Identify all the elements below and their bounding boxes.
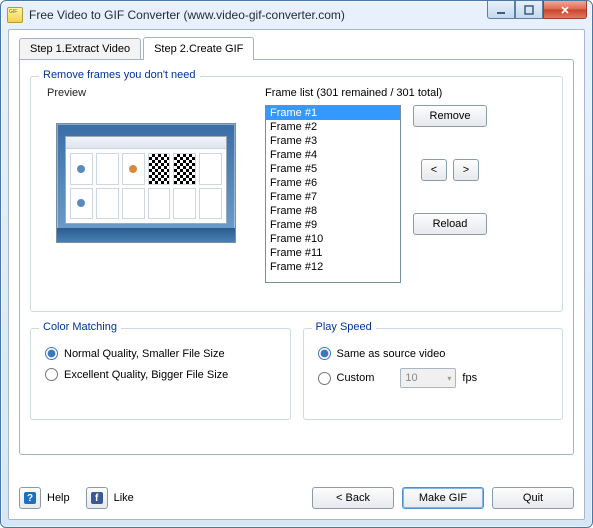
radio-label: Custom: [337, 372, 375, 384]
back-button[interactable]: < Back: [312, 487, 394, 509]
radio-same-as-source[interactable]: Same as source video: [318, 347, 549, 360]
frame-list-item[interactable]: Frame #6: [266, 176, 400, 190]
group-legend: Remove frames you don't need: [39, 69, 200, 81]
group-legend: Color Matching: [39, 321, 121, 333]
tab-extract-video[interactable]: Step 1.Extract Video: [19, 38, 141, 60]
preview-label: Preview: [47, 87, 251, 99]
chevron-down-icon: ▾: [447, 374, 451, 383]
frame-list-item[interactable]: Frame #1: [266, 106, 400, 120]
titlebar: Free Video to GIF Converter (www.video-g…: [1, 1, 592, 29]
app-window: Free Video to GIF Converter (www.video-g…: [0, 0, 593, 528]
tab-create-gif[interactable]: Step 2.Create GIF: [143, 37, 254, 60]
radio-custom-speed-input[interactable]: [318, 372, 331, 385]
frame-list-item[interactable]: Frame #4: [266, 148, 400, 162]
like-label: Like: [114, 492, 134, 504]
minimize-button[interactable]: [487, 1, 515, 19]
maximize-button[interactable]: [515, 1, 543, 19]
radio-same-as-source-input[interactable]: [318, 347, 331, 360]
help-icon-button[interactable]: ?: [19, 487, 41, 509]
radio-custom-speed[interactable]: Custom: [318, 372, 375, 385]
fps-select[interactable]: 10 ▾: [400, 368, 456, 388]
radio-normal-quality[interactable]: Normal Quality, Smaller File Size: [45, 347, 276, 360]
next-frame-button[interactable]: >: [453, 159, 479, 181]
make-gif-button[interactable]: Make GIF: [402, 487, 484, 509]
group-color-matching: Color Matching Normal Quality, Smaller F…: [30, 328, 291, 420]
window-title: Free Video to GIF Converter (www.video-g…: [29, 8, 345, 22]
frame-list-label: Frame list (301 remained / 301 total): [265, 87, 552, 99]
help-label: Help: [47, 492, 70, 504]
radio-excellent-quality[interactable]: Excellent Quality, Bigger File Size: [45, 368, 276, 381]
radio-normal-quality-input[interactable]: [45, 347, 58, 360]
prev-frame-button[interactable]: <: [421, 159, 447, 181]
frame-list-item[interactable]: Frame #3: [266, 134, 400, 148]
frame-list-item[interactable]: Frame #9: [266, 218, 400, 232]
bottom-bar: ? Help f Like < Back Make GIF Quit: [19, 487, 574, 509]
frame-list-item[interactable]: Frame #10: [266, 232, 400, 246]
quit-button[interactable]: Quit: [492, 487, 574, 509]
radio-label: Same as source video: [337, 348, 446, 360]
radio-label: Normal Quality, Smaller File Size: [64, 348, 225, 360]
frame-list-item[interactable]: Frame #5: [266, 162, 400, 176]
close-button[interactable]: [543, 1, 587, 19]
radio-excellent-quality-input[interactable]: [45, 368, 58, 381]
remove-button[interactable]: Remove: [413, 105, 487, 127]
frame-list-item[interactable]: Frame #2: [266, 120, 400, 134]
group-remove-frames: Remove frames you don't need Preview: [30, 76, 563, 312]
preview-image: [56, 123, 236, 243]
reload-button[interactable]: Reload: [413, 213, 487, 235]
radio-label: Excellent Quality, Bigger File Size: [64, 369, 228, 381]
frame-list-item[interactable]: Frame #12: [266, 260, 400, 274]
facebook-icon: f: [91, 492, 103, 504]
tab-strip: Step 1.Extract Video Step 2.Create GIF: [19, 38, 574, 60]
client-area: Step 1.Extract Video Step 2.Create GIF R…: [8, 29, 585, 520]
tab-panel: Remove frames you don't need Preview: [19, 59, 574, 455]
fps-unit: fps: [462, 372, 477, 384]
frame-list-item[interactable]: Frame #8: [266, 204, 400, 218]
frame-listbox[interactable]: Frame #1Frame #2Frame #3Frame #4Frame #5…: [265, 105, 401, 283]
like-icon-button[interactable]: f: [86, 487, 108, 509]
group-legend: Play Speed: [312, 321, 376, 333]
help-icon: ?: [24, 492, 36, 504]
fps-value: 10: [405, 372, 417, 384]
app-icon: [7, 7, 23, 23]
group-play-speed: Play Speed Same as source video Custom 1…: [303, 328, 564, 420]
frame-list-item[interactable]: Frame #7: [266, 190, 400, 204]
frame-list-item[interactable]: Frame #11: [266, 246, 400, 260]
